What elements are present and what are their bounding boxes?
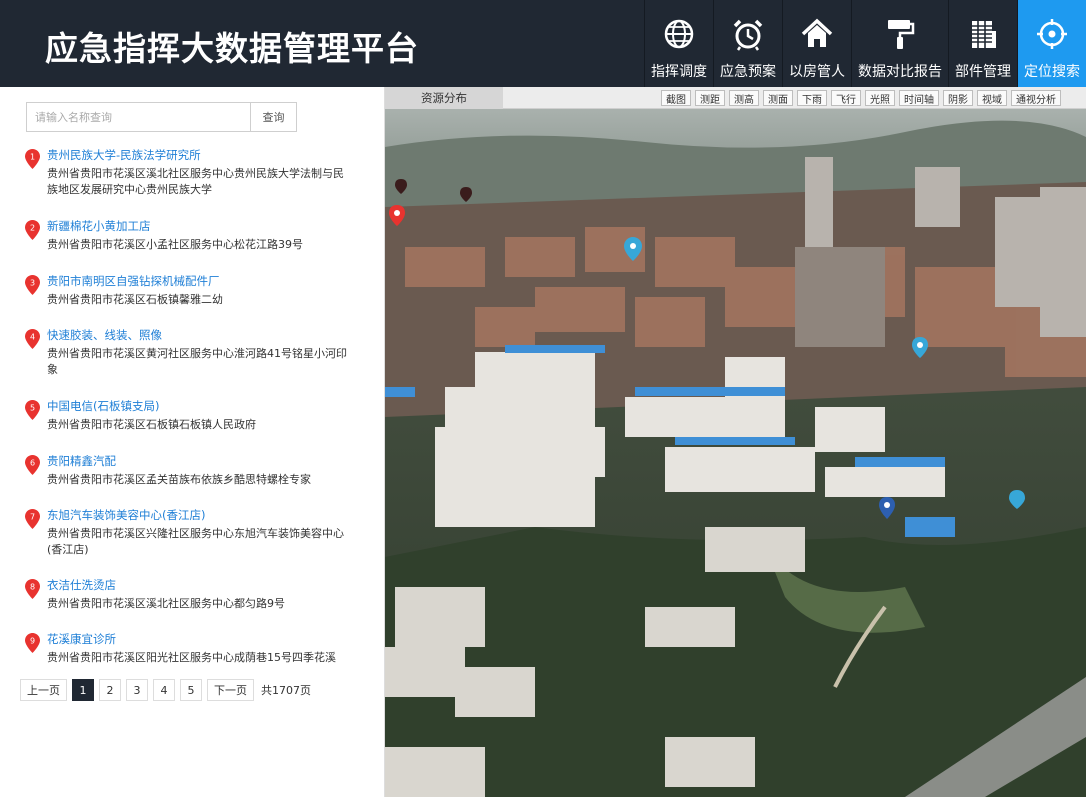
page-button-4[interactable]: 4 bbox=[153, 679, 175, 701]
page-button-1[interactable]: 1 bbox=[72, 679, 94, 701]
locate-target-icon bbox=[1032, 13, 1072, 55]
result-name[interactable]: 快速胶装、线装、照像 bbox=[47, 327, 162, 343]
result-address: 贵州省贵阳市花溪区黄河社区服务中心淮河路41号铭星小河印象 bbox=[47, 347, 347, 376]
tool-fly[interactable]: 飞行 bbox=[831, 90, 861, 106]
app-header: 应急指挥大数据管理平台 指挥调度 应急预案 以房管人 数据对比报告 部件管理 定… bbox=[0, 0, 1086, 87]
result-address: 贵州省贵阳市花溪区孟关苗族布依族乡酷思特螺栓专家 bbox=[47, 473, 311, 486]
map-pin-icon: 5 bbox=[25, 400, 40, 420]
pin-number: 1 bbox=[30, 153, 35, 162]
next-page-button[interactable]: 下一页 bbox=[207, 679, 254, 701]
page-button-2[interactable]: 2 bbox=[99, 679, 121, 701]
map-pin-icon: 1 bbox=[25, 149, 40, 169]
result-name[interactable]: 中国电信(石板镇支局) bbox=[47, 398, 159, 414]
result-address: 贵州省贵阳市花溪区石板镇馨雅二幼 bbox=[47, 293, 223, 306]
result-name[interactable]: 花溪康宜诊所 bbox=[47, 631, 116, 647]
tool-measure-area[interactable]: 测面 bbox=[763, 90, 793, 106]
map-toolbar: 资源分布 截图 测距 测高 测面 下雨 飞行 光照 时间轴 阴影 视域 通视分析 bbox=[385, 87, 1086, 109]
nav-label: 数据对比报告 bbox=[858, 64, 942, 80]
result-address: 贵州省贵阳市花溪区溪北社区服务中心都匀路9号 bbox=[47, 597, 285, 610]
result-name[interactable]: 东旭汽车装饰美容中心(香江店) bbox=[47, 507, 205, 523]
pin-number: 7 bbox=[30, 513, 35, 522]
building-icon bbox=[963, 13, 1003, 55]
nav-label: 指挥调度 bbox=[651, 64, 707, 80]
3d-city-scene[interactable] bbox=[385, 87, 1086, 797]
result-address: 贵州省贵阳市花溪区阳光社区服务中心成荫巷15号四季花溪 bbox=[47, 651, 336, 664]
nav-house-people[interactable]: 以房管人 bbox=[782, 0, 851, 87]
map-pin-icon: 7 bbox=[25, 509, 40, 529]
map-tools: 截图 测距 测高 测面 下雨 飞行 光照 时间轴 阴影 视域 通视分析 bbox=[661, 90, 1065, 106]
pin-number: 4 bbox=[30, 333, 35, 342]
map-pin-icon: 6 bbox=[25, 455, 40, 475]
nav-label: 定位搜索 bbox=[1024, 64, 1080, 80]
main-nav: 指挥调度 应急预案 以房管人 数据对比报告 部件管理 定位搜索 bbox=[644, 0, 1086, 87]
result-name[interactable]: 贵州民族大学-民族法学研究所 bbox=[47, 147, 201, 163]
paint-roller-icon bbox=[880, 13, 920, 55]
result-address: 贵州省贵阳市花溪区石板镇石板镇人民政府 bbox=[47, 418, 256, 431]
nav-component-mgmt[interactable]: 部件管理 bbox=[948, 0, 1017, 87]
search-button[interactable]: 查询 bbox=[251, 102, 297, 132]
alarm-clock-icon bbox=[728, 13, 768, 55]
result-address: 贵州省贵阳市花溪区小孟社区服务中心松花江路39号 bbox=[47, 238, 303, 251]
result-name[interactable]: 衣洁仕洗烫店 bbox=[47, 577, 116, 593]
tool-lighting[interactable]: 光照 bbox=[865, 90, 895, 106]
globe-icon bbox=[659, 13, 699, 55]
tool-screenshot[interactable]: 截图 bbox=[661, 90, 691, 106]
tool-measure-height[interactable]: 测高 bbox=[729, 90, 759, 106]
tool-viewshed[interactable]: 视域 bbox=[977, 90, 1007, 106]
nav-label: 应急预案 bbox=[720, 64, 776, 80]
map-pin-icon: 8 bbox=[25, 579, 40, 599]
result-name[interactable]: 贵阳精鑫汽配 bbox=[47, 453, 116, 469]
pin-number: 9 bbox=[30, 637, 35, 646]
tool-rain[interactable]: 下雨 bbox=[797, 90, 827, 106]
map-view[interactable]: 资源分布 截图 测距 测高 测面 下雨 飞行 光照 时间轴 阴影 视域 通视分析 bbox=[385, 87, 1086, 797]
result-name[interactable]: 新疆棉花小黄加工店 bbox=[47, 218, 151, 234]
search-input[interactable] bbox=[26, 102, 251, 132]
result-address: 贵州省贵阳市花溪区兴隆社区服务中心东旭汽车装饰美容中心(香江店) bbox=[47, 527, 344, 556]
nav-label: 以房管人 bbox=[789, 64, 845, 80]
result-name[interactable]: 贵阳市南明区自强钻探机械配件厂 bbox=[47, 273, 220, 289]
tool-measure-distance[interactable]: 测距 bbox=[695, 90, 725, 106]
map-pin-icon: 4 bbox=[25, 329, 40, 349]
tool-timeline[interactable]: 时间轴 bbox=[899, 90, 939, 106]
pin-number: 3 bbox=[30, 279, 35, 288]
house-icon bbox=[797, 13, 837, 55]
map-pin-icon: 3 bbox=[25, 275, 40, 295]
nav-emergency-plan[interactable]: 应急预案 bbox=[713, 0, 782, 87]
map-pin-icon: 9 bbox=[25, 633, 40, 653]
pin-number: 2 bbox=[30, 224, 35, 233]
tool-line-of-sight[interactable]: 通视分析 bbox=[1011, 90, 1061, 106]
page-button-3[interactable]: 3 bbox=[126, 679, 148, 701]
nav-locate-search[interactable]: 定位搜索 bbox=[1017, 0, 1086, 87]
prev-page-button[interactable]: 上一页 bbox=[20, 679, 67, 701]
pagination: 上一页 1 2 3 4 5 下一页 共1707页 bbox=[20, 679, 311, 701]
pin-number: 8 bbox=[30, 583, 35, 592]
app-title: 应急指挥大数据管理平台 bbox=[45, 29, 419, 68]
resource-distribution-tab[interactable]: 资源分布 bbox=[385, 87, 503, 109]
nav-data-compare[interactable]: 数据对比报告 bbox=[851, 0, 948, 87]
page-total: 共1707页 bbox=[261, 684, 311, 697]
pin-number: 5 bbox=[30, 404, 35, 413]
nav-label: 部件管理 bbox=[955, 64, 1011, 80]
nav-command-dispatch[interactable]: 指挥调度 bbox=[644, 0, 713, 87]
page-button-5[interactable]: 5 bbox=[180, 679, 202, 701]
result-address: 贵州省贵阳市花溪区溪北社区服务中心贵州民族大学法制与民族地区发展研究中心贵州民族… bbox=[47, 167, 344, 196]
pin-number: 6 bbox=[30, 459, 35, 468]
map-pin-icon: 2 bbox=[25, 220, 40, 240]
tool-shadow[interactable]: 阴影 bbox=[943, 90, 973, 106]
search-bar: 查询 bbox=[26, 102, 297, 132]
search-panel: 查询 1 贵州民族大学-民族法学研究所 贵州省贵阳市花溪区溪北社区服务中心贵州民… bbox=[0, 87, 385, 797]
